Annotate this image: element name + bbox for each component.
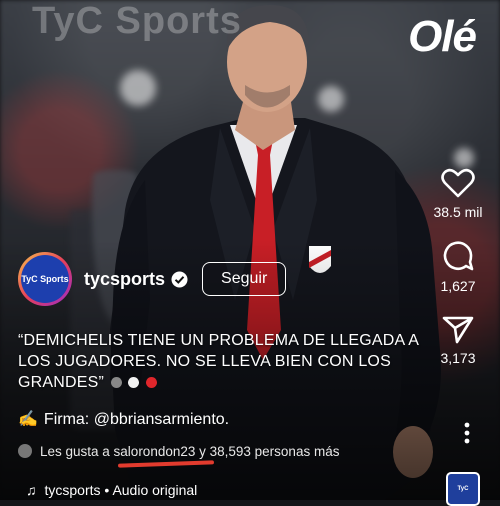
avatar[interactable]: TyC Sports <box>18 252 72 306</box>
audio-separator: • <box>104 482 110 498</box>
share-icon[interactable] <box>441 314 475 344</box>
tyc-watermark: TyC Sports <box>32 0 242 42</box>
stadium-light <box>454 148 474 168</box>
share-action[interactable]: 3,173 <box>430 314 486 368</box>
heart-icon[interactable] <box>441 168 475 198</box>
action-bar: 38.5 mil 1,627 3,173 <box>430 168 486 386</box>
comment-count: 1,627 <box>440 278 476 294</box>
likes-line[interactable]: Les gusta a salorondon23 y 38,593 person… <box>18 444 339 459</box>
author-handle[interactable]: tycsports <box>84 269 165 290</box>
like-action[interactable]: 38.5 mil <box>430 168 486 222</box>
emoji-icon <box>110 377 122 388</box>
follow-button[interactable]: Seguir <box>202 262 287 296</box>
comment-icon[interactable] <box>441 240 475 272</box>
signature-text: Firma: @bbriansarmiento. <box>43 411 230 428</box>
audio-thumbnail[interactable]: TyC Sports <box>446 472 480 506</box>
audio-account: tycsports <box>44 482 101 498</box>
post-caption: “DEMICHELIS TIENE UN PROBLEMA DE LLEGADA… <box>18 330 438 393</box>
like-count: 38.5 mil <box>433 204 483 220</box>
audio-label: Audio original <box>112 482 198 498</box>
audio-line[interactable]: ♫ tycsports • Audio original <box>26 482 197 498</box>
signature-line: ✍ Firma: @bbriansarmiento. <box>18 409 229 429</box>
verified-badge-icon <box>171 271 188 287</box>
author-row: TyC Sports tycsports Seguir <box>18 252 287 306</box>
liker-avatar <box>18 444 32 458</box>
ole-logo: Olé <box>408 12 477 61</box>
likes-text: Les gusta a salorondon23 y 38,593 person… <box>40 444 340 459</box>
caption-text: “DEMICHELIS TIENE UN PROBLEMA DE LLEGADA… <box>18 332 419 391</box>
music-note-icon: ♫ <box>26 482 37 498</box>
writing-hand-icon: ✍ <box>18 411 38 428</box>
more-options-icon[interactable] <box>464 422 470 444</box>
emoji-icon <box>146 377 158 388</box>
emoji-icon <box>128 377 140 388</box>
comment-action[interactable]: 1,627 <box>430 240 486 296</box>
share-count: 3,173 <box>440 350 476 366</box>
